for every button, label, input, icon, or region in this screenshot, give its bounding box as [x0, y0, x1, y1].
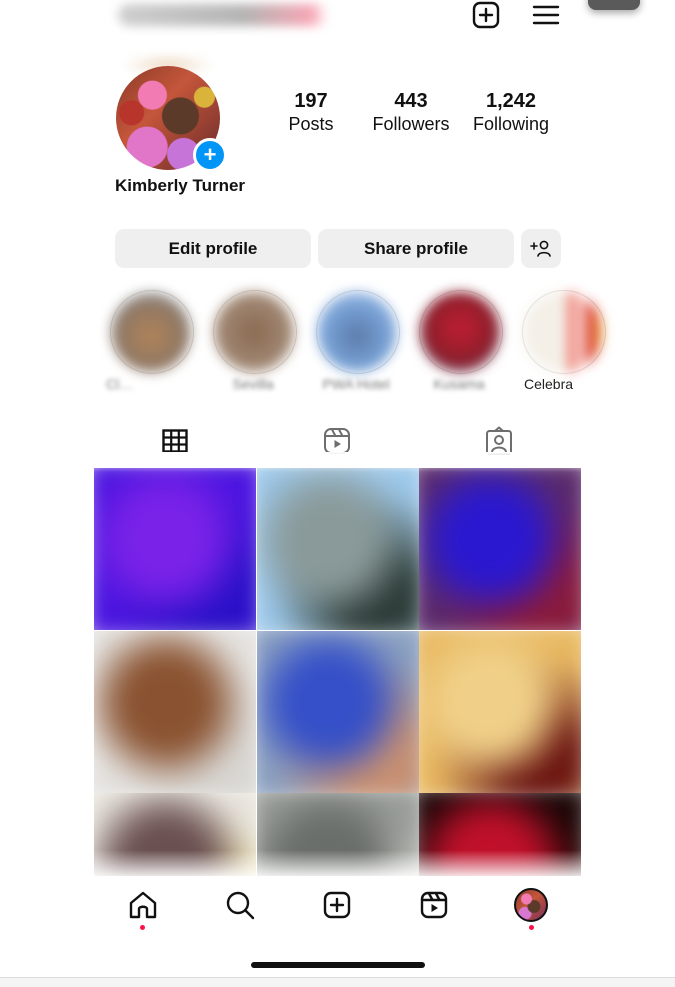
reels-icon — [420, 891, 448, 919]
posts-stat[interactable]: 197 Posts — [261, 89, 361, 135]
display-name: Kimberly Turner — [115, 176, 246, 195]
grid-post[interactable] — [94, 468, 256, 630]
add-story-button[interactable]: + — [193, 138, 227, 172]
bottom-strip — [0, 978, 675, 987]
posts-label: Posts — [288, 114, 334, 134]
highlight-label: Sevilla — [232, 376, 274, 392]
highlight-label: Cl… — [106, 376, 134, 392]
nav-search[interactable] — [223, 888, 257, 922]
grid-top-fade — [94, 452, 581, 472]
highlight-item[interactable] — [111, 292, 191, 372]
grid-post[interactable] — [256, 630, 419, 793]
post-thumbnail — [94, 630, 256, 793]
highlight-item[interactable] — [317, 292, 397, 372]
followers-label: Followers — [372, 114, 450, 134]
highlight-label: Celebra — [524, 376, 574, 392]
following-count: 1,242 — [485, 90, 537, 112]
following-stat[interactable]: 1,242 Following — [461, 89, 561, 135]
plus-square-icon — [323, 891, 351, 919]
profile-avatar-thumbnail — [514, 888, 548, 922]
grid-post[interactable] — [419, 630, 581, 793]
search-icon — [226, 891, 255, 920]
highlight-label: Kusama — [433, 376, 485, 392]
home-indicator[interactable] — [251, 962, 425, 968]
following-label: Following — [472, 114, 550, 134]
highlight-item[interactable] — [214, 292, 294, 372]
posts-count: 197 — [294, 90, 328, 112]
username-title[interactable] — [118, 4, 328, 26]
share-profile-button[interactable]: Share profile — [318, 229, 514, 268]
create-button[interactable] — [471, 0, 501, 30]
nav-profile-notification-dot — [529, 925, 534, 930]
plus-square-icon — [472, 1, 500, 29]
grid-post[interactable] — [419, 468, 581, 630]
add-person-icon — [530, 240, 551, 257]
highlight-label: PWA Hotel — [322, 376, 390, 392]
nav-reels[interactable] — [417, 888, 451, 922]
highlight-item[interactable] — [523, 292, 603, 372]
plus-icon: + — [203, 142, 217, 167]
post-thumbnail — [419, 630, 581, 793]
grid-post[interactable] — [256, 468, 419, 630]
followers-count: 443 — [394, 90, 428, 112]
post-thumbnail — [419, 468, 581, 630]
post-thumbnail — [256, 630, 419, 793]
posts-grid — [94, 468, 581, 876]
system-overlay-pill — [588, 0, 640, 10]
home-icon — [129, 891, 157, 919]
discover-people-button[interactable] — [521, 229, 561, 268]
nav-home-notification-dot — [140, 925, 145, 930]
grid-post[interactable] — [94, 630, 256, 793]
edit-profile-button[interactable]: Edit profile — [115, 229, 311, 268]
nav-profile[interactable] — [514, 888, 548, 922]
post-thumbnail — [256, 468, 419, 630]
highlight-item[interactable] — [420, 292, 500, 372]
reels-icon — [324, 428, 350, 454]
followers-stat[interactable]: 443 Followers — [361, 89, 461, 135]
menu-button[interactable] — [531, 0, 561, 30]
grid-icon — [162, 429, 188, 453]
nav-create[interactable] — [320, 888, 354, 922]
grid-bottom-fade — [94, 850, 581, 880]
post-thumbnail — [94, 468, 256, 630]
hamburger-menu-icon — [532, 5, 560, 25]
nav-home[interactable] — [126, 888, 160, 922]
